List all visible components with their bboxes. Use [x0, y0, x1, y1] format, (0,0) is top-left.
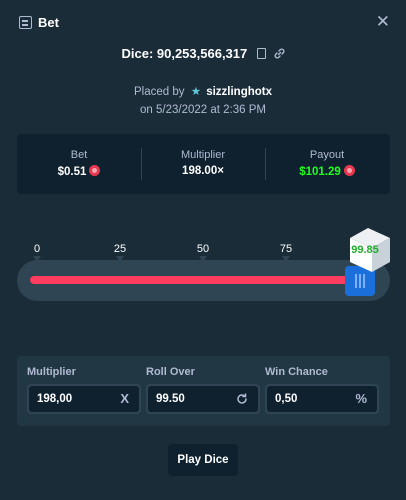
- modal-title: Bet: [38, 15, 59, 30]
- multiplier-input[interactable]: 198,00 X: [27, 384, 141, 414]
- refresh-icon[interactable]: [236, 391, 248, 408]
- multiplier-stat-label: Multiplier: [180, 149, 225, 161]
- bet-controls: Multiplier 198,00 X Roll Over 99.50 Win …: [17, 356, 390, 426]
- lose-range: [30, 276, 360, 284]
- bet-id: Dice: 90,253,566,317: [121, 46, 248, 61]
- roll-over-label: Roll Over: [146, 366, 195, 378]
- payout-stat: Payout $101.29: [265, 149, 389, 178]
- copy-icon[interactable]: [256, 48, 266, 59]
- tick-label: 50: [196, 243, 210, 255]
- play-dice-button[interactable]: Play Dice: [168, 444, 238, 476]
- placed-by-label: Placed by: [133, 86, 185, 98]
- tick-label: 0: [33, 243, 41, 255]
- username-link[interactable]: sizzlinghotx: [206, 86, 272, 98]
- currency-icon: [89, 165, 101, 176]
- multiplier-input-label: Multiplier: [27, 366, 76, 378]
- roll-result-value: 99.85: [351, 244, 379, 256]
- bet-id-row: Dice: 90,253,566,317: [0, 46, 406, 62]
- percent-icon: %: [355, 391, 367, 406]
- payout-value: $101.29: [265, 165, 389, 178]
- tick-label: 75: [279, 243, 293, 255]
- currency-icon: [343, 165, 355, 176]
- win-chance-value: 0,50: [275, 393, 298, 405]
- win-chance-label: Win Chance: [265, 366, 328, 378]
- roll-slider[interactable]: [17, 260, 390, 301]
- bet-date: on 5/23/2022 at 2:36 PM: [140, 104, 266, 116]
- win-chance-input[interactable]: 0,50 %: [265, 384, 379, 414]
- multiplier-control: Multiplier 198,00 X: [27, 366, 141, 414]
- bet-amount-stat: Bet $0.51: [17, 149, 141, 178]
- multiplier-input-value: 198,00: [37, 393, 73, 405]
- roll-over-input[interactable]: 99.50: [146, 384, 260, 414]
- bet-stats-panel: Bet $0.51 Multiplier 198.00× Payout $101…: [17, 134, 390, 194]
- tick-label: 25: [113, 243, 127, 255]
- modal-header: Bet ✕: [0, 0, 406, 46]
- slider-track[interactable]: [30, 276, 362, 284]
- bet-ticket-icon: [19, 16, 32, 29]
- multiplier-x-icon: X: [120, 391, 129, 406]
- bet-amount-value: $0.51: [17, 165, 141, 178]
- close-icon[interactable]: ✕: [376, 13, 390, 30]
- link-icon[interactable]: [274, 47, 285, 62]
- bet-amount-label: Bet: [70, 149, 88, 161]
- placed-by: Placed by ★ sizzlinghotx: [0, 84, 406, 98]
- win-chance-control: Win Chance 0,50 %: [265, 366, 379, 414]
- payout-label: Payout: [309, 149, 345, 161]
- roll-over-value: 99.50: [156, 393, 185, 405]
- vip-star-icon: ★: [190, 86, 201, 98]
- multiplier-stat-value: 198.00×: [182, 165, 224, 177]
- multiplier-stat: Multiplier 198.00×: [141, 149, 265, 177]
- roll-over-control: Roll Over 99.50: [146, 366, 260, 414]
